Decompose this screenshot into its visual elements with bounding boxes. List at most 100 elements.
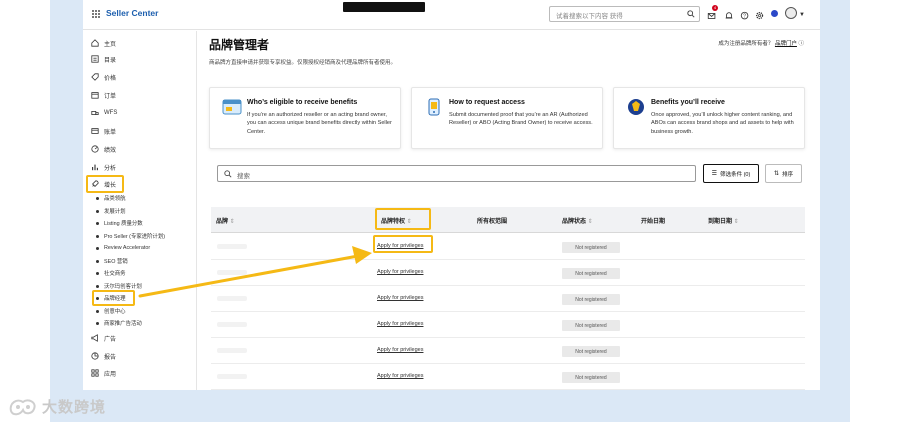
filter-button-label: 筛选条件 (0): [720, 171, 751, 178]
submenu-item-category[interactable]: 品类领航: [96, 193, 126, 203]
watermark: 大数跨境: [8, 394, 106, 418]
brand-portal-link[interactable]: 品牌门户: [775, 41, 797, 47]
sidebar-item-home[interactable]: 主页: [91, 37, 116, 49]
submenu-item-label: Pro Seller (专家进阶计划): [104, 234, 166, 240]
catalog-icon: [91, 55, 99, 63]
sidebar-item-analytics[interactable]: 分析: [91, 161, 116, 173]
submenu-item-label: 品类领航: [104, 196, 126, 202]
sidebar-item-reports[interactable]: 报告: [91, 350, 116, 362]
app-grid-icon[interactable]: [92, 10, 101, 19]
report-icon: [91, 352, 99, 360]
column-header-status[interactable]: 品牌状态 ⇕: [562, 216, 593, 225]
watermark-text: 大数跨境: [42, 398, 107, 416]
help-icon[interactable]: ?: [740, 8, 752, 20]
page-title: 品牌管理者: [209, 38, 270, 52]
page-subtitle: 商品牌方直接申请并获取专享权益。仅限授权经销商及代理品牌所有者使用。: [209, 60, 397, 66]
submenu-item-label: 社交商务: [104, 271, 126, 277]
submenu-item-listing-quality[interactable]: Listing 质量分数: [96, 218, 143, 228]
info-card-benefits: Benefits you’ll receive Once approved, y…: [613, 87, 805, 149]
redacted-brand-name: [217, 322, 247, 327]
phone-document-icon: [428, 98, 440, 116]
watermark-logo-icon: [9, 399, 36, 416]
bell-icon[interactable]: [724, 8, 736, 20]
browser-window-icon: [222, 99, 242, 115]
sidebar-item-performance[interactable]: 绩效: [91, 143, 116, 155]
sort-indicator-icon: ⇕: [733, 219, 739, 225]
apply-privileges-link[interactable]: Apply for privileges: [377, 321, 423, 327]
submenu-item-pro-seller[interactable]: Pro Seller (专家进阶计划): [96, 231, 165, 241]
global-search-input[interactable]: 试着搜索以下内容 获得: [549, 6, 700, 22]
sidebar-item-catalog[interactable]: 目录: [91, 53, 116, 65]
chevron-down-icon[interactable]: ▼: [799, 12, 805, 18]
app-title[interactable]: Seller Center: [106, 8, 158, 18]
sidebar-item-wfs[interactable]: WFS: [91, 107, 117, 119]
column-header-ownership: 所有权范围: [477, 219, 508, 225]
inbox-icon[interactable]: 4: [707, 5, 719, 20]
table-row: Apply for privileges Not registered: [211, 312, 805, 338]
submenu-item-growth-plan[interactable]: 发展计划: [96, 206, 126, 216]
apply-privileges-link[interactable]: Apply for privileges: [377, 269, 423, 275]
sidebar-item-label: 账单: [104, 129, 117, 136]
card-title: Who’s eligible to receive benefits: [247, 99, 358, 106]
performance-icon: [91, 145, 99, 153]
sidebar-item-orders[interactable]: 订单: [91, 89, 116, 101]
gear-icon[interactable]: [755, 8, 767, 20]
brand-search-placeholder: 搜索: [237, 173, 250, 180]
search-icon[interactable]: [687, 10, 695, 18]
brand-portal-prefix: 成为注册品牌所有者？: [718, 41, 774, 47]
external-link-icon[interactable]: ⓘ: [798, 41, 804, 47]
brand-portal-prompt: 成为注册品牌所有者？ 品牌门户 ⓘ: [718, 39, 804, 47]
submenu-item-seo[interactable]: SEO 营销: [96, 256, 128, 266]
search-icon: [224, 170, 232, 178]
sort-button[interactable]: ⇅ 排序: [765, 164, 802, 183]
notification-badge: 4: [712, 5, 718, 11]
card-title: Benefits you’ll receive: [651, 99, 725, 106]
filter-icon: ☰: [711, 171, 718, 177]
seller-center-app: Seller Center 试着搜索以下内容 获得 4 ? ▼ 主页 目录 价格…: [83, 0, 820, 390]
avatar[interactable]: [785, 7, 797, 19]
megaphone-icon: [91, 334, 98, 342]
sidebar-item-pricing[interactable]: 价格: [91, 71, 116, 83]
sidebar-item-label: 主页: [104, 41, 117, 48]
filter-button[interactable]: ☰ 筛选条件 (0): [703, 164, 759, 183]
card-title: How to request access: [449, 99, 525, 106]
table-row: Apply for privileges Not registered: [211, 234, 805, 260]
growth-highlight-box: [86, 175, 124, 193]
bar-chart-icon: [92, 164, 98, 171]
privilege-header-highlight-box: [375, 208, 431, 230]
sidebar-item-label: 绩效: [104, 147, 117, 154]
sidebar-item-advertising[interactable]: 广告: [91, 332, 116, 344]
global-search-placeholder: 试着搜索以下内容 获得: [556, 13, 623, 20]
submenu-item-label: 商家推广告活动: [104, 321, 142, 327]
redacted-brand-name: [217, 374, 247, 379]
column-header-brand[interactable]: 品牌 ⇕: [216, 216, 235, 225]
orders-icon: [91, 92, 99, 99]
sort-button-label: 排序: [782, 171, 794, 178]
redacted-brand-name: [217, 270, 247, 275]
brand-search-input[interactable]: 搜索: [217, 165, 696, 182]
sidebar: 主页 目录 价格 订单 WFS 账单 绩效 分析 增长 品类领航 发展计划 Li…: [83, 31, 197, 390]
apply-privileges-link[interactable]: Apply for privileges: [377, 373, 423, 379]
sidebar-item-label: 报告: [104, 354, 117, 361]
submenu-item-review-accelerator[interactable]: Review Accelerator: [96, 243, 150, 253]
sort-icon: ⇅: [773, 171, 779, 177]
submenu-item-creative-center[interactable]: 创意中心: [96, 306, 126, 316]
apply-privileges-link[interactable]: Apply for privileges: [377, 347, 423, 353]
status-badge: Not registered: [562, 346, 620, 357]
apply-privileges-link[interactable]: Apply for privileges: [377, 295, 423, 301]
sort-indicator-icon: ⇕: [587, 219, 593, 225]
browser-tab-overlay: [343, 2, 425, 12]
info-card-request-access: How to request access Submit documented …: [411, 87, 603, 149]
submenu-item-social-commerce[interactable]: 社交商务: [96, 268, 126, 278]
status-badge: Not registered: [562, 294, 620, 305]
svg-text:?: ?: [743, 14, 746, 20]
truck-icon: [91, 111, 99, 115]
card-body: Once approved, you’ll unlock higher cont…: [651, 112, 794, 135]
column-header-end-date[interactable]: 到期日期 ⇕: [708, 216, 739, 225]
price-tag-icon: [91, 73, 99, 81]
sidebar-item-label: 广告: [104, 336, 117, 343]
sidebar-item-apps[interactable]: 应用: [91, 367, 116, 379]
submenu-item-merchant-ads[interactable]: 商家推广告活动: [96, 318, 142, 328]
sidebar-item-billing[interactable]: 账单: [91, 125, 116, 137]
sidebar-item-label: 订单: [104, 93, 117, 100]
